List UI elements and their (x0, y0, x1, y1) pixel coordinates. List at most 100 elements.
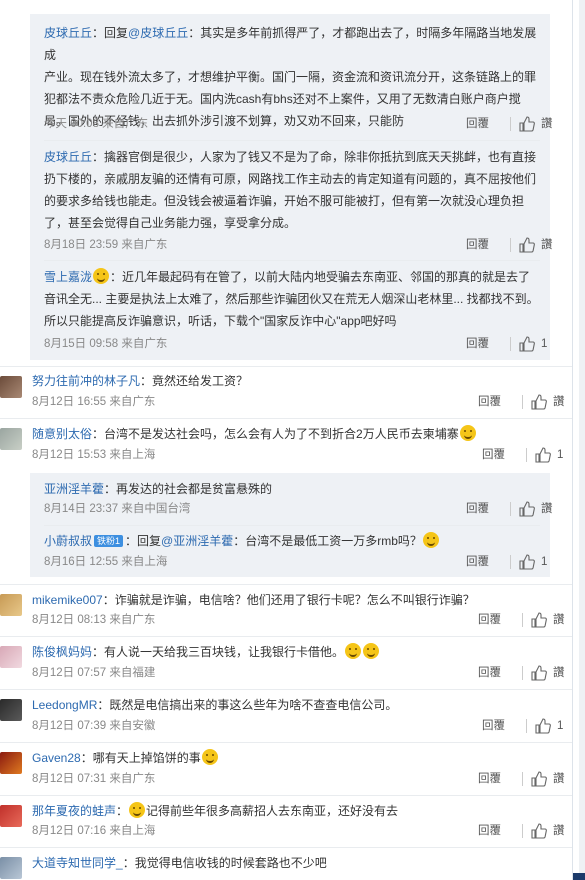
emoji-icon (345, 643, 362, 659)
scrollbar-end (573, 873, 585, 880)
like-label[interactable]: 讚 (541, 114, 553, 134)
comment-actions: 回覆 讚 (466, 235, 553, 255)
timestamp: 8月18日 23:59 来自广东 (44, 239, 168, 251)
username-link[interactable]: 皮球丘丘 (44, 150, 92, 164)
reply-button[interactable]: 回覆 (478, 392, 518, 412)
username-link[interactable]: 雪上嘉泷 (44, 270, 92, 284)
avatar[interactable] (0, 594, 22, 616)
like-label[interactable]: 讚 (553, 769, 565, 789)
username-link[interactable]: 小蔚叔叔 (44, 534, 92, 548)
reply-button[interactable]: 回覆 (482, 716, 522, 736)
username-link[interactable]: 皮球丘丘 (44, 26, 92, 40)
reply-button[interactable]: 回覆 (478, 769, 518, 789)
reply-button[interactable]: 回覆 (466, 334, 506, 354)
avatar[interactable] (0, 752, 22, 774)
thumbs-up-icon[interactable] (531, 612, 547, 628)
emoji-icon (129, 802, 146, 818)
timestamp: 今天 00:08 来自广东 (44, 118, 149, 130)
thumbs-up-icon[interactable] (519, 116, 535, 132)
username-link[interactable]: 努力往前冲的林子凡 (32, 374, 140, 388)
like-label[interactable]: 讚 (553, 663, 565, 683)
fan-badge: 铁粉1 (94, 535, 124, 547)
emoji-icon (201, 749, 218, 765)
thumbs-up-icon[interactable] (535, 447, 551, 463)
timestamp: 8月12日 15:53 来自上海 (32, 449, 156, 461)
username-link[interactable]: Gaven28 (32, 751, 81, 765)
reply-button[interactable]: 回覆 (466, 499, 506, 519)
reply-button[interactable]: 回覆 (478, 610, 518, 630)
comment-actions: 回覆 1 (466, 334, 547, 354)
timestamp: 8月12日 16:55 来自广东 (32, 396, 156, 408)
like-count: 1 (541, 338, 548, 350)
reply-button[interactable]: 回覆 (466, 552, 506, 572)
comment-text: 大道寺知世同学_：我觉得电信收钱的时候套路也不少吧 (32, 856, 327, 870)
like-label[interactable]: 讚 (541, 499, 553, 519)
emoji-icon (363, 643, 380, 659)
like-count: 1 (557, 720, 564, 732)
comment-actions: 回覆 1 (482, 716, 563, 736)
comment-actions: 回覆 讚 (478, 392, 565, 412)
reply-button[interactable]: 回覆 (482, 445, 522, 465)
reply-button[interactable]: 回覆 (466, 114, 506, 134)
thumbs-up-icon[interactable] (535, 718, 551, 734)
avatar[interactable] (0, 857, 22, 879)
reply-button[interactable]: 回覆 (466, 235, 506, 255)
avatar[interactable] (0, 428, 22, 450)
mention-link[interactable]: @亚洲淫羊藿 (161, 534, 233, 548)
avatar[interactable] (0, 805, 22, 827)
thumbs-up-icon[interactable] (531, 771, 547, 787)
comment-text: Gaven28：哪有天上掉馅饼的事 (32, 747, 552, 769)
username-link[interactable]: 随意别太俗 (32, 427, 92, 441)
comment-actions: 回覆 讚 (466, 499, 553, 519)
emoji-icon (422, 532, 439, 548)
timestamp: 8月12日 07:31 来自广东 (32, 773, 156, 785)
reply-button[interactable]: 回覆 (478, 663, 518, 683)
timestamp: 8月12日 07:57 来自福建 (32, 667, 156, 679)
comment-text: mikemike007：诈骗就是诈骗，电信啥？他们还用了银行卡呢？怎么不叫银行诈… (32, 593, 475, 607)
reply-text: 小蔚叔叔 铁粉1 ：回复@亚洲淫羊藿：台湾不是最低工资一万多rmb吗？ (44, 530, 544, 552)
timestamp: 8月12日 07:39 来自安徽 (32, 720, 156, 732)
like-count: 1 (557, 449, 564, 461)
scrollbar[interactable] (572, 0, 585, 880)
emoji-icon (93, 268, 110, 284)
thumbs-up-icon[interactable] (531, 665, 547, 681)
comment-actions: 回覆 讚 (466, 114, 553, 134)
reply-text: 皮球丘丘：擒器官倒是很少，人家为了钱又不是为了命，除非你抵抗到底天天挑衅，也有直… (44, 150, 537, 230)
emoji-icon (459, 425, 476, 441)
comment-text: LeedongMR：既然是电信搞出来的事这么些年为啥不查查电信公司。 (32, 698, 398, 712)
mention-link[interactable]: @皮球丘丘 (128, 26, 188, 40)
username-link[interactable]: LeedongMR (32, 698, 97, 712)
username-link[interactable]: mikemike007 (32, 593, 103, 607)
avatar[interactable] (0, 699, 22, 721)
username-link[interactable]: 陈俊枫妈妈 (32, 645, 92, 659)
comment-feed: 皮球丘丘：回复@皮球丘丘：其实是多年前抓得严了，才都跑出去了，时隔多年隔路当地发… (0, 0, 572, 880)
reply-text: 雪上嘉泷 ：近几年最起码有在管了，以前大陆内地受骗去东南亚、邻国的那真的就是去了 … (44, 268, 539, 328)
like-count: 1 (541, 556, 548, 568)
timestamp: 8月12日 07:16 来自上海 (32, 825, 156, 837)
thumbs-up-icon[interactable] (519, 237, 535, 253)
timestamp: 8月14日 23:37 来自中国台湾 (44, 503, 191, 515)
username-link[interactable]: 大道寺知世同学_ (32, 856, 123, 870)
thumbs-up-icon[interactable] (519, 554, 535, 570)
username-link[interactable]: 那年夏夜的蛙声 (32, 804, 116, 818)
timestamp: 8月15日 09:58 来自广东 (44, 338, 168, 350)
comment-text: 那年夏夜的蛙声： 记得前些年很多高薪招人去东南亚，还好没有去 (32, 802, 399, 818)
comment-actions: 回覆 讚 (478, 663, 565, 683)
reply-button[interactable]: 回覆 (478, 821, 518, 841)
username-link[interactable]: 亚洲淫羊藿 (44, 482, 104, 496)
like-label[interactable]: 讚 (553, 392, 565, 412)
like-label[interactable]: 讚 (553, 610, 565, 630)
comment-text: 随意别太俗：台湾不是发达社会吗，怎么会有人为了不到折合2万人民币去柬埔寨 (32, 423, 552, 445)
like-label[interactable]: 讚 (553, 821, 565, 841)
thumbs-up-icon[interactable] (519, 501, 535, 517)
thumbs-up-icon[interactable] (531, 394, 547, 410)
comment-actions: 回覆 讚 (478, 610, 565, 630)
avatar[interactable] (0, 646, 22, 668)
comment-actions: 回覆 讚 (478, 821, 565, 841)
thumbs-up-icon[interactable] (531, 823, 547, 839)
thumbs-up-icon[interactable] (519, 336, 535, 352)
comment-text: 努力往前冲的林子凡：竟然还给发工资？ (32, 374, 249, 388)
like-label[interactable]: 讚 (541, 235, 553, 255)
comment-actions: 回覆 1 (482, 445, 563, 465)
avatar[interactable] (0, 376, 22, 398)
